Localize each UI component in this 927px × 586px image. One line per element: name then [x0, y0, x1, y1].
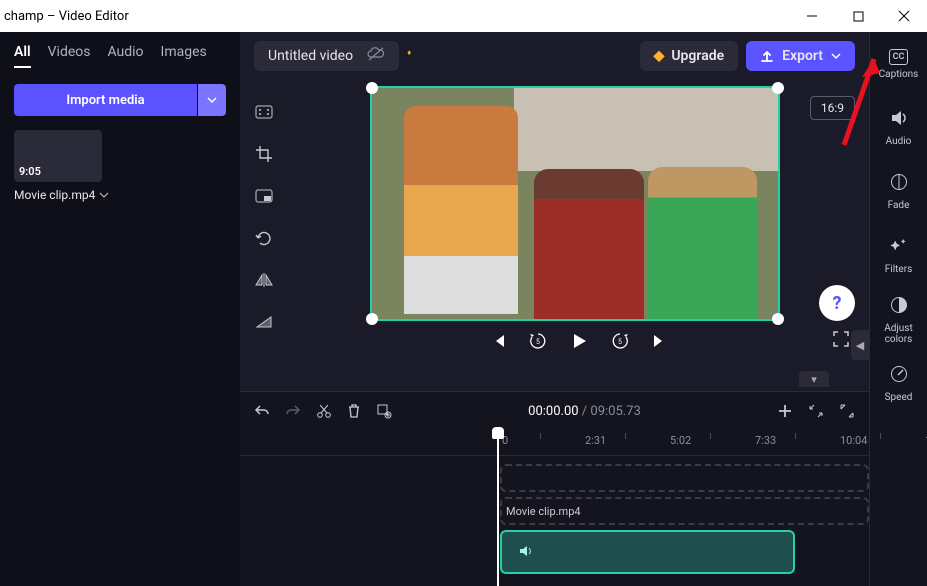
clip-trim-left[interactable]: ‖ [504, 535, 512, 569]
cc-icon: CC [889, 49, 909, 65]
window-maximize-button[interactable] [835, 0, 881, 32]
redo-button[interactable] [285, 404, 301, 418]
forward-5-button[interactable]: 5 [610, 331, 630, 351]
fade-button[interactable]: Fade [870, 160, 927, 224]
play-button[interactable] [570, 332, 588, 350]
clip-label: Movie clip.mp4 [506, 505, 581, 518]
delete-button[interactable] [347, 403, 361, 419]
window-title: champ – Video Editor [4, 9, 129, 24]
clip-trim-right[interactable]: ‖ [783, 535, 791, 569]
speed-button[interactable]: Speed [870, 352, 927, 416]
timecode-display: 00:00.00 / 09:05.73 [407, 404, 762, 419]
captions-button[interactable]: CCCaptions [870, 32, 927, 96]
chevron-down-icon [207, 95, 217, 105]
tab-audio[interactable]: Audio [107, 44, 143, 68]
pro-badge-icon: ♦ [407, 48, 411, 57]
pip-tool[interactable] [252, 184, 276, 208]
thumbnail-duration: 9:05 [19, 165, 41, 178]
panel-expand-bottom[interactable]: ▾ [799, 371, 829, 387]
rotate-tool[interactable] [252, 226, 276, 250]
resize-handle[interactable] [772, 82, 784, 94]
resize-handle[interactable] [366, 82, 378, 94]
chevron-down-icon [831, 51, 841, 61]
duplicate-button[interactable] [376, 403, 392, 419]
zoom-out-button[interactable] [808, 403, 824, 419]
zoom-fit-button[interactable] [839, 403, 855, 419]
rewind-5-button[interactable]: 5 [528, 331, 548, 351]
svg-text:5: 5 [618, 338, 622, 346]
video-track-placeholder[interactable]: Movie clip.mp4 [500, 497, 869, 525]
adjust-colors-button[interactable]: Adjust colors [870, 288, 927, 352]
split-button[interactable] [316, 403, 332, 419]
upload-icon [760, 49, 774, 63]
skip-prev-button[interactable] [490, 333, 506, 349]
text-track[interactable] [500, 464, 869, 492]
import-media-button[interactable]: Import media [14, 84, 197, 116]
crop-tool[interactable] [252, 142, 276, 166]
window-close-button[interactable] [881, 0, 927, 32]
fade-icon [890, 173, 908, 196]
tab-images[interactable]: Images [161, 44, 207, 68]
upgrade-button[interactable]: ◆ Upgrade [640, 41, 739, 71]
media-thumbnail[interactable]: 9:05 [14, 130, 102, 182]
filters-button[interactable]: Filters [870, 224, 927, 288]
window-minimize-button[interactable] [789, 0, 835, 32]
svg-text:5: 5 [536, 338, 540, 346]
fit-tool[interactable] [252, 100, 276, 124]
diamond-icon: ◆ [654, 48, 665, 64]
fullscreen-button[interactable] [833, 331, 849, 351]
tab-all[interactable]: All [14, 44, 31, 68]
chevron-down-icon [99, 190, 109, 200]
cloud-disabled-icon [367, 47, 385, 65]
media-filename[interactable]: Movie clip.mp4 [14, 188, 226, 202]
add-track-button[interactable] [777, 403, 793, 419]
flip-h-tool[interactable] [252, 268, 276, 292]
audio-button[interactable]: Audio [870, 96, 927, 160]
audio-icon [518, 543, 534, 562]
video-preview[interactable] [370, 86, 780, 321]
import-media-dropdown[interactable] [198, 84, 226, 116]
contrast-icon [890, 296, 908, 319]
timeline-clip[interactable]: ‖ ‖ [500, 530, 795, 574]
undo-button[interactable] [254, 404, 270, 418]
help-button[interactable]: ? [819, 285, 855, 321]
aspect-ratio-button[interactable]: 16:9 [810, 96, 855, 120]
gauge-icon [890, 365, 908, 388]
tab-videos[interactable]: Videos [48, 44, 91, 68]
timeline-tracks[interactable]: Movie clip.mp4 ‖ ‖ [240, 456, 869, 586]
export-button[interactable]: Export [746, 41, 855, 71]
speaker-icon [889, 109, 909, 132]
project-title[interactable]: Untitled video [254, 41, 399, 71]
flip-v-tool[interactable] [252, 310, 276, 334]
sparkle-icon [890, 237, 908, 260]
timeline-ruler[interactable]: 0 2:31 5:02 7:33 10:04 12:35 15:06 17: [240, 430, 869, 456]
skip-next-button[interactable] [652, 333, 668, 349]
